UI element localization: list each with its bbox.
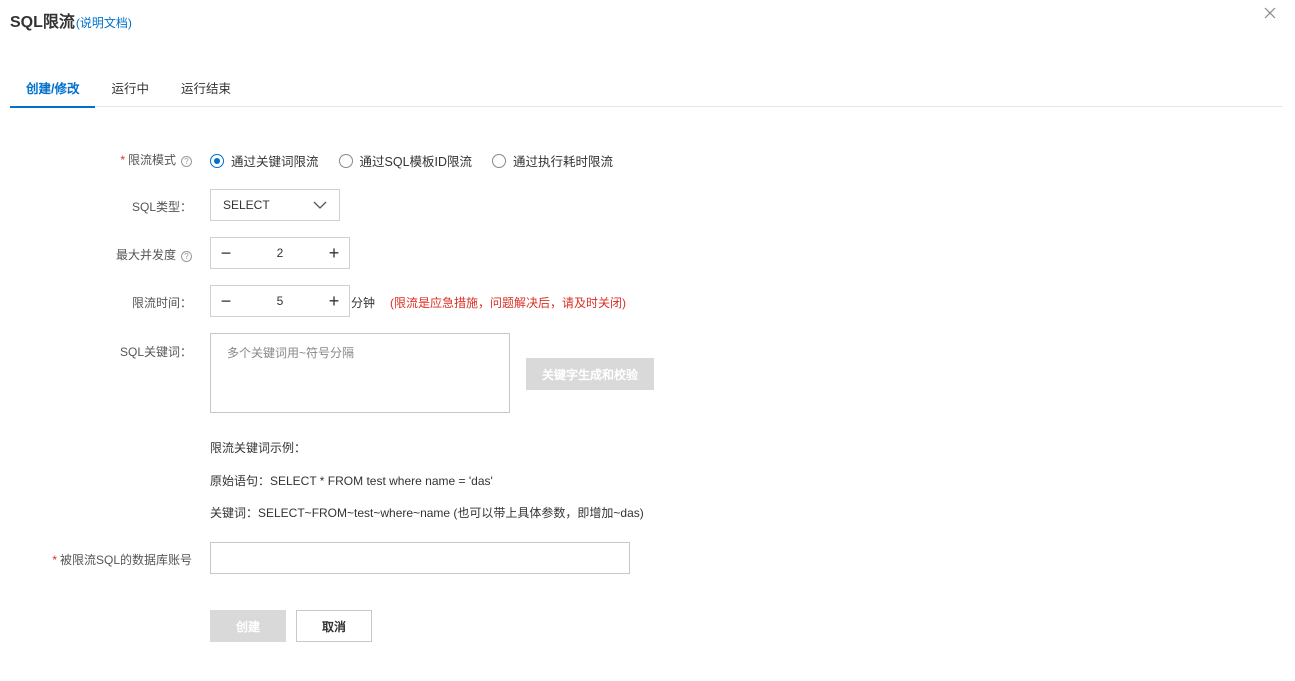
duration-stepper[interactable]: − 5 + (210, 285, 350, 317)
required-mark: * (120, 153, 125, 167)
db-account-label: * 被限流SQL的数据库账号 (52, 553, 192, 567)
radio-unchecked-icon (338, 153, 353, 168)
required-mark: * (52, 553, 57, 567)
tab-finished[interactable]: 运行结束 (165, 74, 247, 107)
radio-sql-template[interactable]: 通过SQL模板ID限流 (338, 151, 472, 170)
sql-type-value: SELECT (223, 198, 270, 212)
radio-exec-time[interactable]: 通过执行耗时限流 (492, 151, 613, 170)
duration-value[interactable]: 5 (241, 294, 319, 308)
cancel-button[interactable]: 取消 (296, 610, 372, 642)
tab-create-edit[interactable]: 创建/修改 (10, 74, 96, 108)
example-original: 原始语句：SELECT * FROM test where name = 'da… (210, 474, 493, 488)
page-title: SQL限流 (10, 14, 75, 31)
minus-icon[interactable]: − (211, 238, 241, 268)
plus-icon[interactable]: + (319, 286, 349, 316)
max-concurrency-label: 最大并发度? (116, 246, 192, 263)
example-keywords: 关键词：SELECT~FROM~test~where~name (也可以带上具体… (210, 506, 644, 520)
generate-keywords-button[interactable]: 关键字生成和校验 (526, 358, 654, 390)
duration-warning: (限流是应急措施，问题解决后，请及时关闭) (390, 296, 626, 310)
duration-unit: 分钟 (351, 296, 376, 310)
sql-type-label: SQL类型： (131, 200, 192, 214)
max-concurrency-value[interactable]: 2 (241, 246, 319, 260)
plus-icon[interactable]: + (319, 238, 349, 268)
mode-label: * 限流模式? (120, 151, 192, 168)
help-icon[interactable]: ? (181, 156, 192, 167)
mode-radio-group: 通过关键词限流 通过SQL模板ID限流 通过执行耗时限流 (210, 151, 633, 170)
example-title: 限流关键词示例： (210, 441, 307, 455)
help-icon[interactable]: ? (181, 251, 192, 262)
radio-unchecked-icon (492, 153, 507, 168)
close-icon[interactable] (1263, 6, 1279, 22)
db-account-input[interactable] (210, 542, 630, 574)
radio-keyword[interactable]: 通过关键词限流 (210, 151, 319, 170)
radio-checked-icon (210, 153, 224, 168)
create-button[interactable]: 创建 (210, 610, 286, 642)
dialog-header: SQL限流 (说明文档) (10, 8, 132, 31)
minus-icon[interactable]: − (211, 286, 241, 316)
keywords-label: SQL关键词： (119, 345, 192, 359)
keywords-textarea[interactable]: 多个关键词用~符号分隔 (210, 333, 510, 413)
duration-label: 限流时间： (131, 296, 192, 310)
doc-link[interactable]: (说明文档) (76, 14, 132, 31)
tab-running[interactable]: 运行中 (95, 74, 165, 107)
tab-bar: 创建/修改 运行中 运行结束 (10, 74, 1283, 108)
max-concurrency-stepper[interactable]: − 2 + (210, 237, 350, 269)
sql-type-select[interactable]: SELECT (210, 189, 340, 221)
chevron-down-icon (313, 198, 327, 212)
